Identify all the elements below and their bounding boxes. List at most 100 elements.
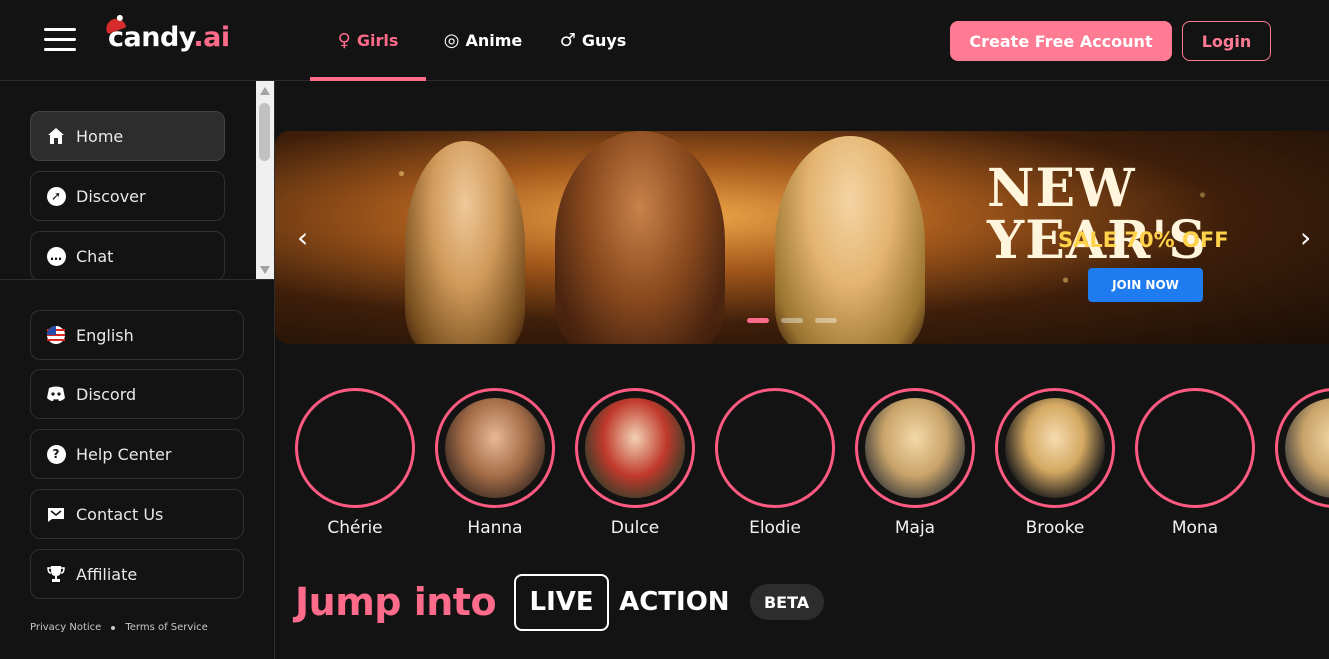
scroll-up-icon[interactable] — [260, 87, 270, 95]
avatar — [1005, 398, 1105, 498]
beta-badge: BETA — [749, 584, 824, 620]
avatar — [865, 398, 965, 498]
discord-icon — [46, 384, 66, 404]
legal-links: Privacy Notice Terms of Service — [30, 622, 208, 633]
trophy-icon — [46, 564, 66, 584]
story-name: A — [1265, 518, 1329, 538]
female-icon: ♀ — [337, 30, 351, 51]
story-ring — [855, 388, 975, 508]
story-item[interactable]: A — [1265, 388, 1329, 538]
sidebar-item-label: Discover — [76, 186, 146, 206]
action-text: ACTION — [619, 587, 730, 617]
avatar — [1145, 398, 1245, 498]
home-icon — [46, 126, 66, 146]
separator-dot — [111, 625, 116, 630]
chevron-right-icon[interactable]: › — [1300, 224, 1311, 252]
carousel-dot[interactable] — [781, 318, 803, 323]
avatar — [725, 398, 825, 498]
story-name: Hanna — [467, 518, 523, 538]
sidebar-item-chat[interactable]: … Chat — [30, 231, 225, 280]
create-account-button[interactable]: Create Free Account — [950, 21, 1172, 61]
story-item[interactable]: Maja — [845, 388, 985, 538]
sidebar-item-discord[interactable]: Discord — [30, 369, 244, 419]
male-icon: ♂ — [559, 30, 576, 51]
sidebar-divider — [0, 279, 275, 280]
login-button[interactable]: Login — [1182, 21, 1271, 61]
sidebar-scrollbar[interactable] — [256, 81, 274, 280]
sidebar-item-label: Discord — [76, 384, 137, 404]
sidebar-item-discover[interactable]: ➚ Discover — [30, 171, 225, 221]
sidebar-item-help-center[interactable]: ? Help Center — [30, 429, 244, 479]
carousel-dot[interactable] — [815, 318, 837, 323]
sidebar-item-label: Chat — [76, 246, 114, 266]
sidebar-item-label: English — [76, 325, 134, 345]
avatar — [305, 398, 405, 498]
story-ring — [295, 388, 415, 508]
story-name: Dulce — [610, 518, 660, 538]
story-item[interactable]: Elodie — [705, 388, 845, 538]
story-ring — [1275, 388, 1329, 508]
avatar — [585, 398, 685, 498]
story-name: Chérie — [327, 518, 383, 538]
banner-model-image — [555, 131, 725, 344]
tab-label: Anime — [465, 31, 523, 50]
story-ring — [435, 388, 555, 508]
promo-banner[interactable]: NEW YEAR'S SALE 70% OFF JOIN NOW ‹ › — [275, 131, 1329, 344]
top-bar: candy.ai ♀ Girls ◎ Anime ♂ Guys Create F… — [0, 0, 1329, 81]
tab-label: Guys — [581, 31, 627, 50]
tab-girls[interactable]: ♀ Girls — [310, 0, 426, 81]
scroll-thumb[interactable] — [259, 103, 270, 161]
anime-icon: ◎ — [443, 30, 460, 51]
section-title: Jump into — [295, 580, 497, 624]
story-ring — [995, 388, 1115, 508]
chat-icon: … — [46, 246, 66, 266]
category-tabs: ♀ Girls ◎ Anime ♂ Guys — [310, 0, 648, 81]
story-name: Mona — [1171, 518, 1219, 538]
story-name: Maja — [894, 518, 936, 538]
carousel-dot[interactable] — [747, 318, 769, 323]
story-item[interactable]: Mona — [1125, 388, 1265, 538]
terms-of-service-link[interactable]: Terms of Service — [125, 622, 207, 633]
story-item[interactable]: Dulce — [565, 388, 705, 538]
scroll-down-icon[interactable] — [260, 266, 270, 274]
us-flag-icon — [46, 325, 66, 345]
avatar — [445, 398, 545, 498]
contact-icon — [46, 504, 66, 524]
logo[interactable]: candy.ai — [103, 15, 230, 53]
chevron-left-icon[interactable]: ‹ — [297, 224, 308, 252]
story-ring — [575, 388, 695, 508]
sidebar-item-label: Help Center — [76, 444, 172, 464]
live-badge: LIVE — [514, 573, 610, 631]
sidebar-item-label: Home — [76, 126, 124, 146]
privacy-notice-link[interactable]: Privacy Notice — [30, 622, 101, 633]
story-name: Elodie — [749, 518, 801, 538]
banner-model-image — [405, 141, 525, 344]
logo-suffix: .ai — [193, 22, 230, 53]
help-icon: ? — [46, 444, 66, 464]
sidebar: Home ➚ Discover … Chat English Discord ?… — [0, 81, 275, 659]
story-ring — [715, 388, 835, 508]
sidebar-item-affiliate[interactable]: Affiliate — [30, 549, 244, 599]
sidebar-item-label: Contact Us — [76, 504, 164, 524]
sidebar-item-home[interactable]: Home — [30, 111, 225, 161]
avatar — [1285, 398, 1329, 498]
hamburger-menu-icon[interactable] — [44, 28, 76, 52]
story-name: Brooke — [1025, 518, 1085, 538]
sidebar-item-contact-us[interactable]: Contact Us — [30, 489, 244, 539]
compass-icon: ➚ — [46, 186, 66, 206]
tab-anime[interactable]: ◎ Anime — [428, 0, 538, 81]
tab-label: Girls — [356, 31, 399, 50]
story-item[interactable]: Chérie — [285, 388, 425, 538]
banner-subtitle: SALE 70% OFF — [1058, 228, 1229, 252]
language-selector[interactable]: English — [30, 310, 244, 360]
carousel-dots — [747, 318, 837, 323]
sidebar-nav: Home ➚ Discover … Chat — [0, 81, 256, 280]
tab-guys[interactable]: ♂ Guys — [538, 0, 648, 81]
banner-model-image — [775, 136, 925, 344]
story-item[interactable]: Hanna — [425, 388, 565, 538]
character-stories: Chérie Hanna Dulce Elodie Maja Brooke Mo… — [275, 388, 1329, 548]
join-now-button[interactable]: JOIN NOW — [1088, 268, 1203, 302]
story-item[interactable]: Brooke — [985, 388, 1125, 538]
live-action-heading: Jump into LIVE ACTION BETA — [295, 573, 824, 631]
sidebar-item-label: Affiliate — [76, 564, 138, 584]
